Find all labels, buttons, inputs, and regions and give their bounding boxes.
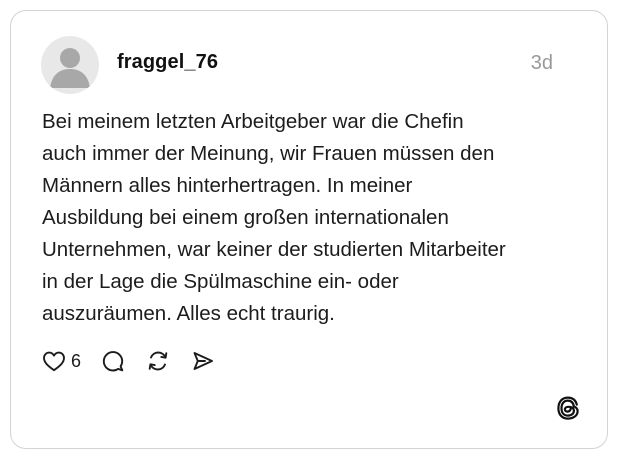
avatar[interactable]	[41, 36, 99, 94]
default-avatar-icon	[50, 48, 90, 88]
post-card: fraggel_76 3d Bei meinem letzten Arbeitg…	[10, 10, 608, 449]
like-button[interactable]: 6	[42, 350, 101, 372]
post-actions: 6	[42, 348, 215, 374]
like-count: 6	[71, 350, 82, 371]
repost-icon	[148, 351, 168, 371]
heart-icon	[43, 351, 65, 372]
threads-logo-icon[interactable]	[555, 395, 581, 421]
send-icon	[193, 352, 213, 370]
post-text: Bei meinem letzten Arbeitgeber war die C…	[42, 110, 506, 325]
comment-button[interactable]	[101, 349, 125, 373]
post-timestamp: 3d	[530, 52, 553, 74]
share-button[interactable]	[191, 349, 215, 373]
repost-button[interactable]	[146, 349, 170, 373]
username[interactable]: fraggel_76	[117, 51, 218, 74]
comment-icon	[102, 351, 124, 372]
